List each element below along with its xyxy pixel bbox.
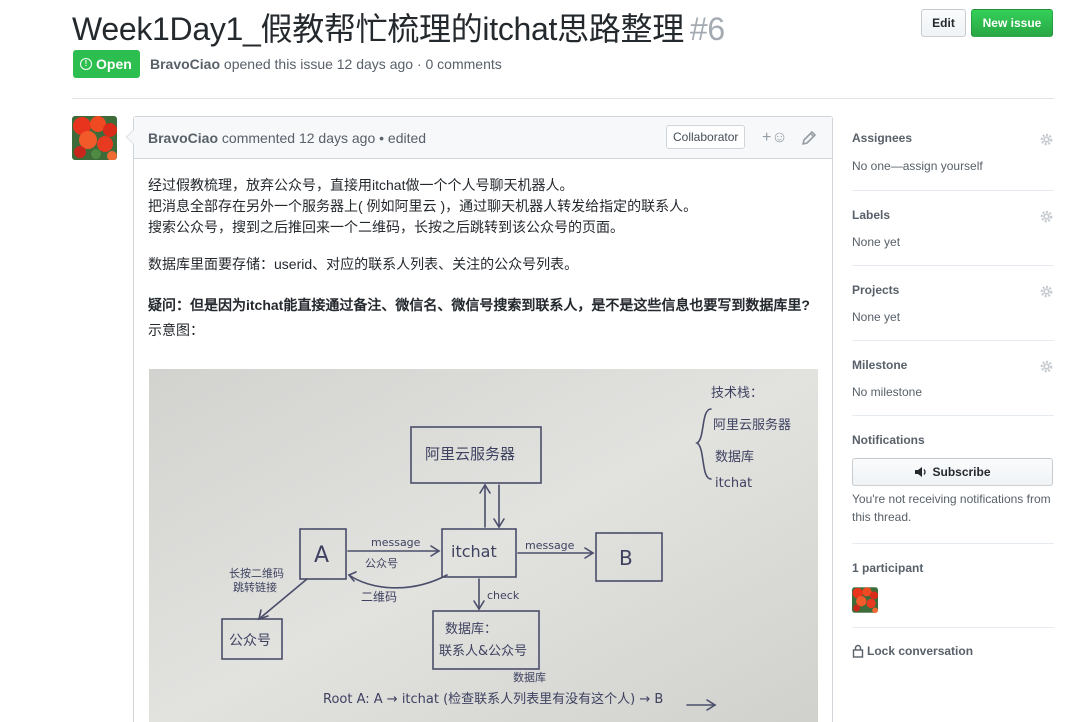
sketch-db-label: 数据库： [445,621,497,637]
issue-opened-icon: ! [80,58,92,70]
sketch-qr-label: 二维码 [361,590,397,604]
sketch-server-label: 阿里云服务器 [425,445,515,463]
sidebar-participants: 1 participant [852,544,1054,628]
sketch-tech-item: 阿里云服务器 [713,417,791,433]
sketch-gzh-label: 公众号 [229,633,271,649]
sketch-itchat-label: itchat [451,542,497,561]
notifications-title: Notifications [852,433,925,447]
comment-header: BravoCiao commented 12 days ago • edited… [134,117,832,159]
milestone-value: No milestone [852,385,923,399]
comment-body: 经过假教梳理，放弃公众号，直接用itchat做一个个人号聊天机器人。 把消息全部… [148,175,820,341]
pencil-icon[interactable] [800,129,818,147]
sidebar-lock: Lock conversation [852,628,1054,658]
sketch-tech-item: itchat [715,476,752,491]
participant-avatar[interactable] [852,587,878,613]
sketch-message-label: message [525,539,575,552]
gear-icon[interactable] [1039,132,1054,147]
projects-value: None yet [852,310,901,324]
gear-icon[interactable] [1039,209,1054,224]
labels-title: Labels [852,208,891,222]
sketch-tech-label: 技术栈： [711,386,763,401]
comment-meta-text[interactable]: commented 12 days ago • edited [218,130,426,146]
comment-author-avatar[interactable] [72,116,117,160]
comment-author-link[interactable]: BravoCiao [148,130,218,146]
sidebar-assignees: Assignees No one—assign yourself [852,116,1054,191]
collaborator-badge: Collaborator [666,125,746,149]
notifications-note: You're not receiving notifications from … [852,492,1051,524]
assignees-title: Assignees [852,131,913,145]
edit-button[interactable]: Edit [921,9,966,37]
sidebar-notifications: Notifications Subscribe You're not recei… [852,416,1054,544]
gear-icon[interactable] [1039,284,1054,299]
projects-title: Projects [852,283,900,297]
participants-title: 1 participant [852,561,924,575]
diagram-sketch-image: 技术栈： 阿里云服务器 数据库 itchat 阿里云服务器 A itchat B… [149,369,818,722]
issue-sidebar: Assignees No one—assign yourself Labels … [852,116,1054,658]
sidebar-projects: Projects None yet [852,266,1054,341]
comment-question: 疑问：但是因为itchat能直接通过备注、微信名、微信号搜索到联系人，是不是这些… [148,297,810,313]
lock-icon [852,644,864,658]
sketch-check-label: check [487,589,520,602]
sidebar-labels: Labels None yet [852,191,1054,266]
lock-conversation-link[interactable]: Lock conversation [852,644,1054,658]
sketch-a-label: A [314,543,329,568]
sketch-tech-item: 数据库 [715,449,754,465]
comment-line: 把消息全部存在另外一个服务器上( 例如阿里云 )，通过聊天机器人转发给指定的联系… [148,198,698,214]
comment-line: 搜索公众号，搜到之后推回来一个二维码，长按之后跳转到该公众号的页面。 [148,219,624,235]
issue-state-badge: ! Open [73,50,140,78]
sketch-route-label: Root A: A → itchat (检查联系人列表里有没有这个人) → B [323,691,663,707]
issue-author-link[interactable]: BravoCiao [150,56,220,72]
issue-meta: BravoCiao opened this issue 12 days ago … [150,56,502,72]
sketch-b-label: B [619,546,633,570]
milestone-title: Milestone [852,358,908,372]
header-divider [72,98,1054,99]
sketch-gzh-small: 公众号 [365,557,398,570]
issue-meta-text: opened this issue 12 days ago · 0 commen… [220,56,502,72]
issue-title-text: Week1Day1_假教帮忙梳理的itchat思路整理 [72,11,684,47]
subscribe-label: Subscribe [932,465,991,479]
issue-title: Week1Day1_假教帮忙梳理的itchat思路整理 #6 [72,4,725,50]
labels-value: None yet [852,235,901,249]
diagram-caption: 示意图： [148,322,204,338]
sketch-route-note: 数据库 [513,670,546,684]
sketch-press-label: 长按二维码 [229,566,284,580]
sidebar-milestone: Milestone No milestone [852,341,1054,416]
sketch-db-label2: 联系人&公众号 [439,644,527,659]
comment-line: 经过假教梳理，放弃公众号，直接用itchat做一个个人号聊天机器人。 [148,177,574,193]
lock-conversation-label: Lock conversation [867,644,974,658]
add-reaction-smiley-icon[interactable]: +☺ [762,129,788,147]
gear-icon[interactable] [1039,359,1054,374]
assignees-value[interactable]: No one—assign yourself [852,157,1054,175]
speaker-icon [915,467,927,477]
new-issue-button[interactable]: New issue [971,9,1053,37]
comment-box: BravoCiao commented 12 days ago • edited… [126,116,833,722]
issue-number: #6 [689,11,725,47]
sketch-message-label: message [371,536,421,549]
subscribe-button[interactable]: Subscribe [852,458,1053,486]
sketch-press-label2: 跳转链接 [233,580,277,594]
issue-state-label: Open [96,56,132,72]
comment-meta: BravoCiao commented 12 days ago • edited [148,130,426,146]
comment-storage-line: 数据库里面要存储：userid、对应的联系人列表、关注的公众号列表。 [148,256,579,272]
